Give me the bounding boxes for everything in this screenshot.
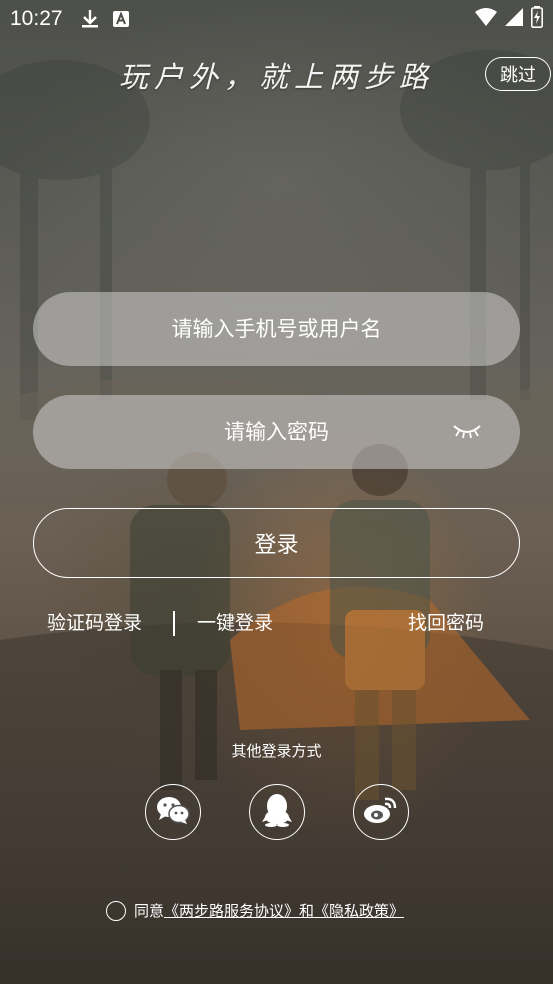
wechat-icon bbox=[155, 795, 191, 829]
agreement-prefix: 同意 bbox=[134, 902, 165, 920]
weibo-icon bbox=[363, 795, 399, 829]
login-button[interactable]: 登录 bbox=[33, 508, 520, 578]
status-bar: 10:27 bbox=[0, 0, 553, 38]
other-login-title: 其他登录方式 bbox=[231, 742, 322, 760]
qq-login-button[interactable] bbox=[249, 784, 305, 840]
signal-icon bbox=[505, 7, 523, 31]
a-badge-icon bbox=[112, 11, 129, 27]
skip-button[interactable]: 跳过 bbox=[485, 57, 551, 91]
wifi-icon bbox=[475, 7, 497, 31]
agreement-row: 同意 《两步路服务协议》 和 《隐私政策》 bbox=[106, 900, 404, 921]
username-input[interactable] bbox=[33, 317, 520, 341]
password-input[interactable] bbox=[33, 420, 520, 444]
battery-charging-icon bbox=[531, 5, 543, 33]
forgot-password-link[interactable]: 找回密码 bbox=[408, 608, 484, 635]
agree-radio[interactable] bbox=[106, 900, 126, 921]
agreement-and: 和 bbox=[299, 902, 315, 920]
sms-login-link[interactable]: 验证码登录 bbox=[47, 608, 142, 635]
qq-icon bbox=[262, 793, 292, 831]
eye-closed-icon[interactable] bbox=[452, 422, 482, 444]
status-time: 10:27 bbox=[10, 7, 63, 30]
username-field[interactable] bbox=[33, 292, 520, 366]
download-icon bbox=[81, 9, 99, 29]
privacy-policy-link[interactable]: 《隐私政策》 bbox=[314, 900, 404, 921]
one-tap-login-link[interactable]: 一键登录 bbox=[197, 608, 273, 635]
link-divider bbox=[173, 611, 175, 636]
slogan: 玩户外，就上两步路 bbox=[118, 60, 434, 94]
password-field[interactable] bbox=[33, 395, 520, 469]
wechat-login-button[interactable] bbox=[145, 784, 201, 840]
service-agreement-link[interactable]: 《两步路服务协议》 bbox=[164, 900, 299, 921]
weibo-login-button[interactable] bbox=[353, 784, 409, 840]
